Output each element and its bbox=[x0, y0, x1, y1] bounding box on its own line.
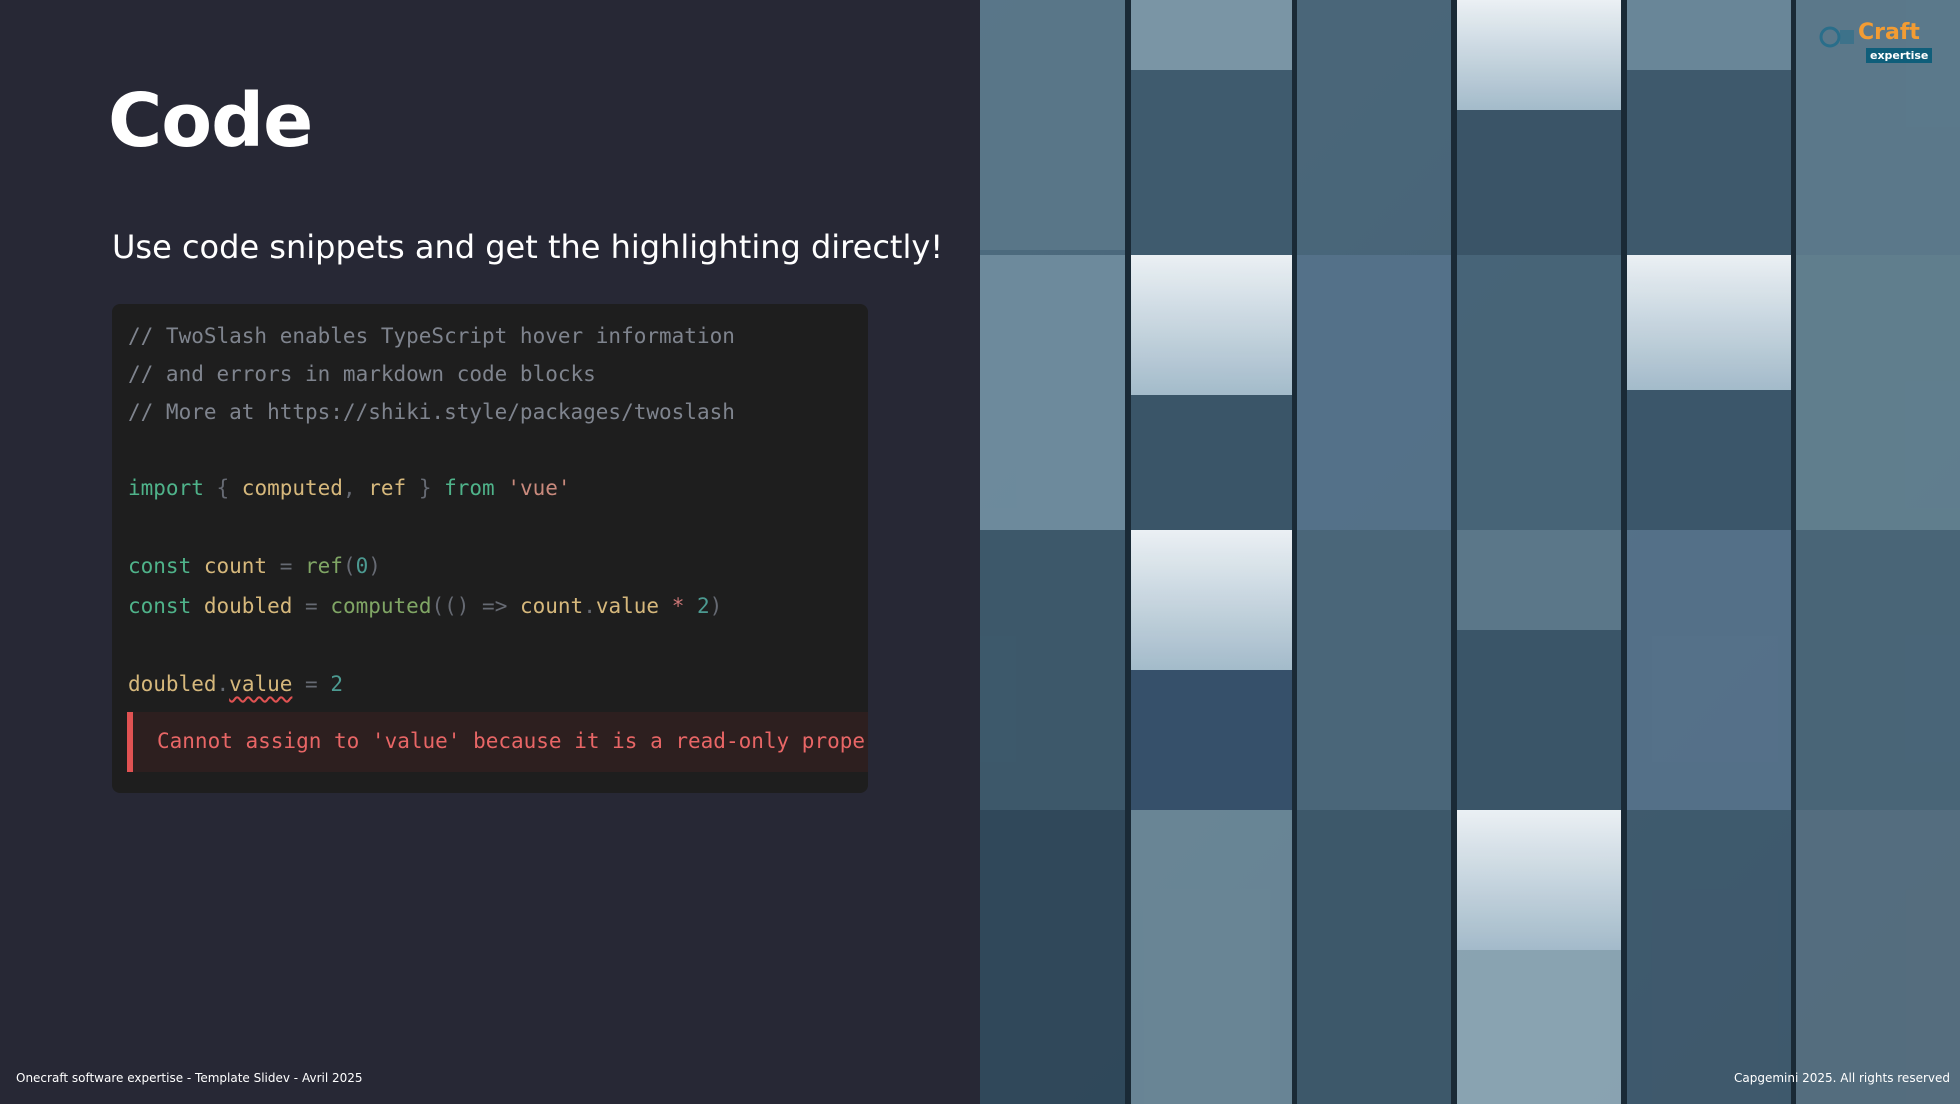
code-assign-line: doubled.value = 2 bbox=[128, 672, 343, 696]
equals: = bbox=[292, 594, 331, 618]
code-comment-line: // More at https://shiki.style/packages/… bbox=[128, 400, 735, 424]
paren: ) bbox=[368, 554, 381, 578]
decorative-image: Craft expertise Capgemini 2025. All righ… bbox=[980, 0, 1960, 1104]
ref-import[interactable]: ref bbox=[368, 476, 406, 500]
equals: = bbox=[267, 554, 306, 578]
value-property[interactable]: value bbox=[596, 594, 659, 618]
paren: (() bbox=[431, 594, 483, 618]
dot: . bbox=[216, 672, 230, 696]
times-operator: * bbox=[659, 594, 698, 618]
equals: = bbox=[292, 672, 331, 696]
const-keyword: const bbox=[128, 594, 192, 618]
import-keyword: import bbox=[128, 476, 204, 500]
paren: ( bbox=[342, 554, 356, 578]
onecraft-logo: Craft expertise bbox=[1816, 20, 1933, 72]
code-block[interactable]: // TwoSlash enables TypeScript hover inf… bbox=[112, 304, 868, 793]
number: 2 bbox=[697, 594, 710, 618]
brace: { bbox=[203, 476, 242, 500]
error-message-box: Cannot assign to 'value' because it is a… bbox=[127, 712, 868, 772]
slide-title: Code bbox=[108, 78, 313, 164]
const-keyword: const bbox=[128, 554, 192, 578]
comma: , bbox=[342, 476, 369, 500]
logo-subtext: expertise bbox=[1866, 48, 1933, 63]
code-import-line: import { computed, ref } from 'vue' bbox=[128, 476, 571, 500]
brace: } bbox=[406, 476, 445, 500]
paren: ) bbox=[709, 594, 723, 618]
error-message: Cannot assign to 'value' because it is a… bbox=[157, 729, 868, 753]
count-variable[interactable]: count bbox=[191, 554, 267, 578]
logo-text: Craft bbox=[1858, 20, 1920, 45]
number: 2 bbox=[330, 672, 343, 696]
arrow: => bbox=[482, 594, 508, 618]
footer-right-text: Capgemini 2025. All rights reserved bbox=[1734, 1071, 1950, 1085]
from-keyword: from bbox=[444, 476, 495, 500]
count-variable[interactable]: count bbox=[507, 594, 583, 618]
slide-subtitle: Use code snippets and get the highlighti… bbox=[112, 228, 944, 266]
code-const-count-line: const count = ref(0) bbox=[128, 554, 381, 578]
doubled-variable[interactable]: doubled bbox=[128, 672, 217, 696]
code-const-doubled-line: const doubled = computed(() => count.val… bbox=[128, 594, 722, 618]
computed-import[interactable]: computed bbox=[242, 476, 343, 500]
ref-call[interactable]: ref bbox=[305, 554, 343, 578]
computed-call[interactable]: computed bbox=[330, 594, 431, 618]
cubes-pattern-image bbox=[980, 0, 1960, 1104]
dot: . bbox=[583, 594, 596, 618]
code-comment-line: // TwoSlash enables TypeScript hover inf… bbox=[128, 324, 735, 348]
slide-content: Code Use code snippets and get the highl… bbox=[0, 0, 980, 1104]
doubled-variable[interactable]: doubled bbox=[191, 594, 293, 618]
footer-left-text: Onecraft software expertise - Template S… bbox=[16, 1071, 363, 1085]
value-property-error[interactable]: value bbox=[229, 672, 292, 696]
onecraft-logo-icon bbox=[1819, 26, 1854, 48]
vue-string: 'vue' bbox=[494, 476, 571, 500]
code-comment-line: // and errors in markdown code blocks bbox=[128, 362, 596, 386]
number: 0 bbox=[355, 554, 369, 578]
